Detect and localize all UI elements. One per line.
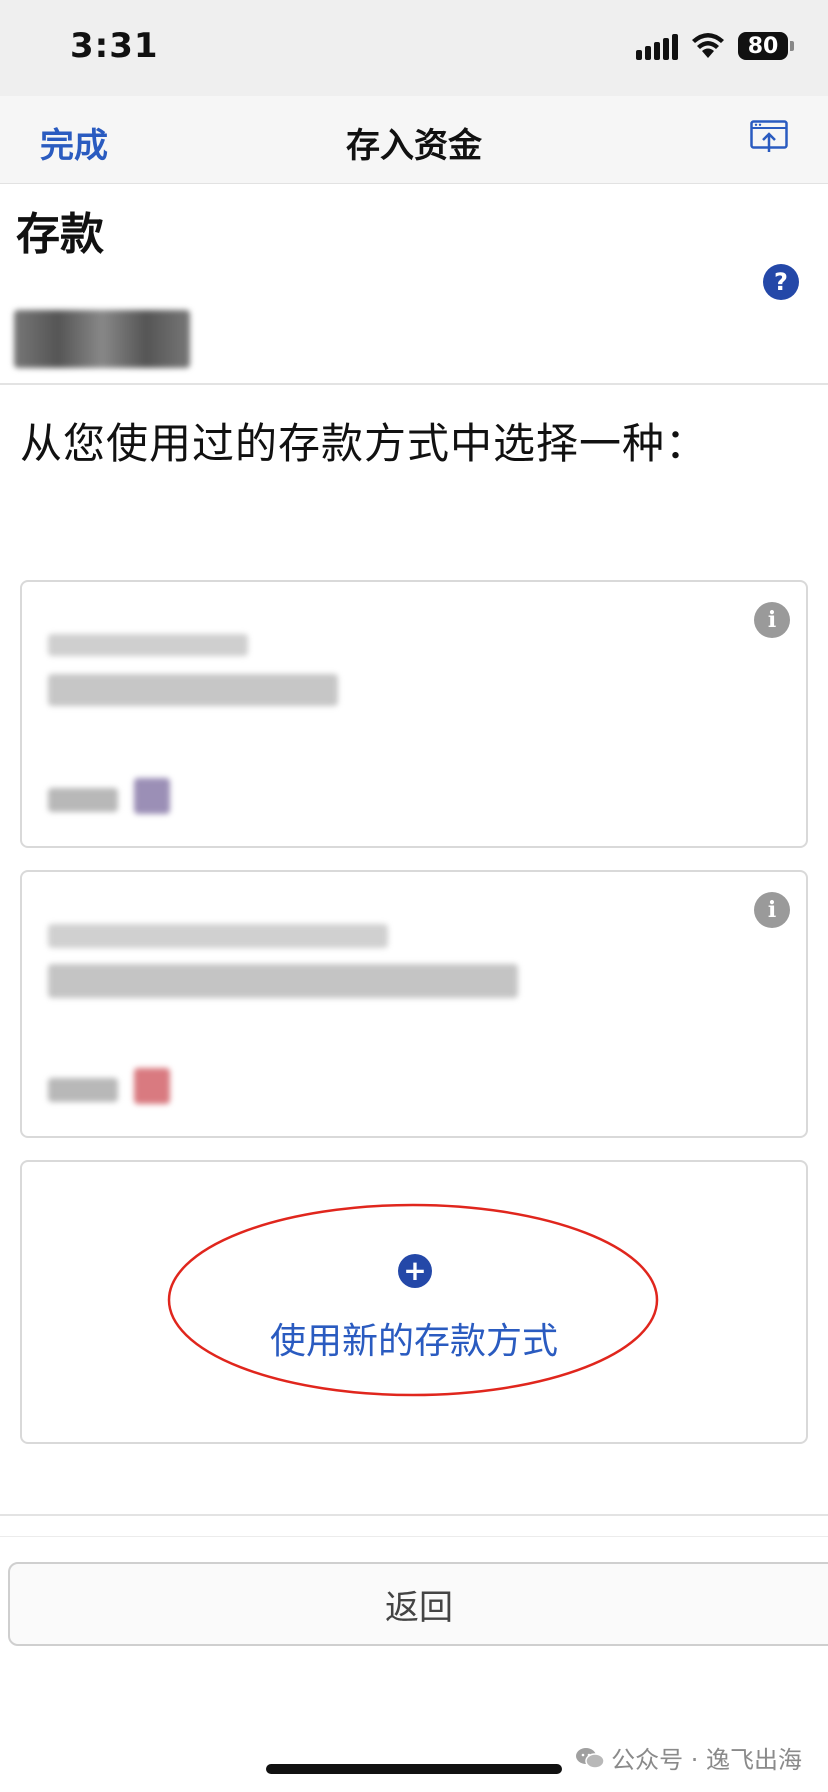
selection-prompt: 从您使用过的存款方式中选择一种： bbox=[20, 419, 709, 468]
wifi-icon bbox=[692, 33, 724, 58]
info-icon[interactable]: i bbox=[754, 892, 790, 928]
info-icon[interactable]: i bbox=[754, 602, 790, 638]
new-method-card[interactable]: + 使用新的存款方式 bbox=[20, 1160, 808, 1444]
battery-icon: 80 bbox=[738, 32, 794, 60]
status-icons: 80 bbox=[636, 32, 794, 60]
redacted-method-label bbox=[48, 788, 118, 812]
nav-bar: 完成 存入资金 bbox=[0, 96, 828, 184]
redacted-method-name bbox=[48, 924, 388, 948]
share-window-icon[interactable] bbox=[750, 120, 788, 154]
home-indicator[interactable] bbox=[266, 1764, 562, 1774]
back-button-label: 返回 bbox=[385, 1587, 453, 1628]
method-logo bbox=[134, 1068, 170, 1104]
watermark-text: 公众号 · 逸飞出海 bbox=[611, 1746, 802, 1774]
redacted-method-name bbox=[48, 634, 248, 656]
use-new-method-link[interactable]: 使用新的存款方式 bbox=[22, 1312, 806, 1364]
status-bar: 3:31 80 bbox=[0, 0, 828, 96]
section-heading: 存款 bbox=[16, 209, 104, 260]
battery-level: 80 bbox=[747, 33, 779, 59]
add-circle-icon[interactable]: + bbox=[398, 1254, 432, 1288]
redacted-method-detail bbox=[48, 964, 518, 998]
saved-method-card[interactable]: i bbox=[20, 870, 808, 1138]
watermark: 公众号 · 逸飞出海 bbox=[575, 1740, 802, 1775]
back-button[interactable]: 返回 bbox=[8, 1562, 828, 1646]
divider bbox=[0, 383, 828, 385]
redacted-account bbox=[14, 310, 190, 368]
highlight-circle-annotation bbox=[167, 1203, 659, 1397]
redacted-method-label bbox=[48, 1078, 118, 1102]
method-logo bbox=[134, 778, 170, 814]
status-time: 3:31 bbox=[70, 26, 159, 66]
divider bbox=[0, 1514, 828, 1516]
cellular-signal-icon bbox=[636, 32, 678, 60]
page-title: 存入资金 bbox=[346, 126, 482, 166]
saved-method-card[interactable]: i bbox=[20, 580, 808, 848]
redacted-method-detail bbox=[48, 674, 338, 706]
wechat-icon bbox=[576, 1747, 605, 1769]
divider bbox=[0, 1536, 828, 1537]
help-icon[interactable]: ? bbox=[763, 264, 799, 300]
